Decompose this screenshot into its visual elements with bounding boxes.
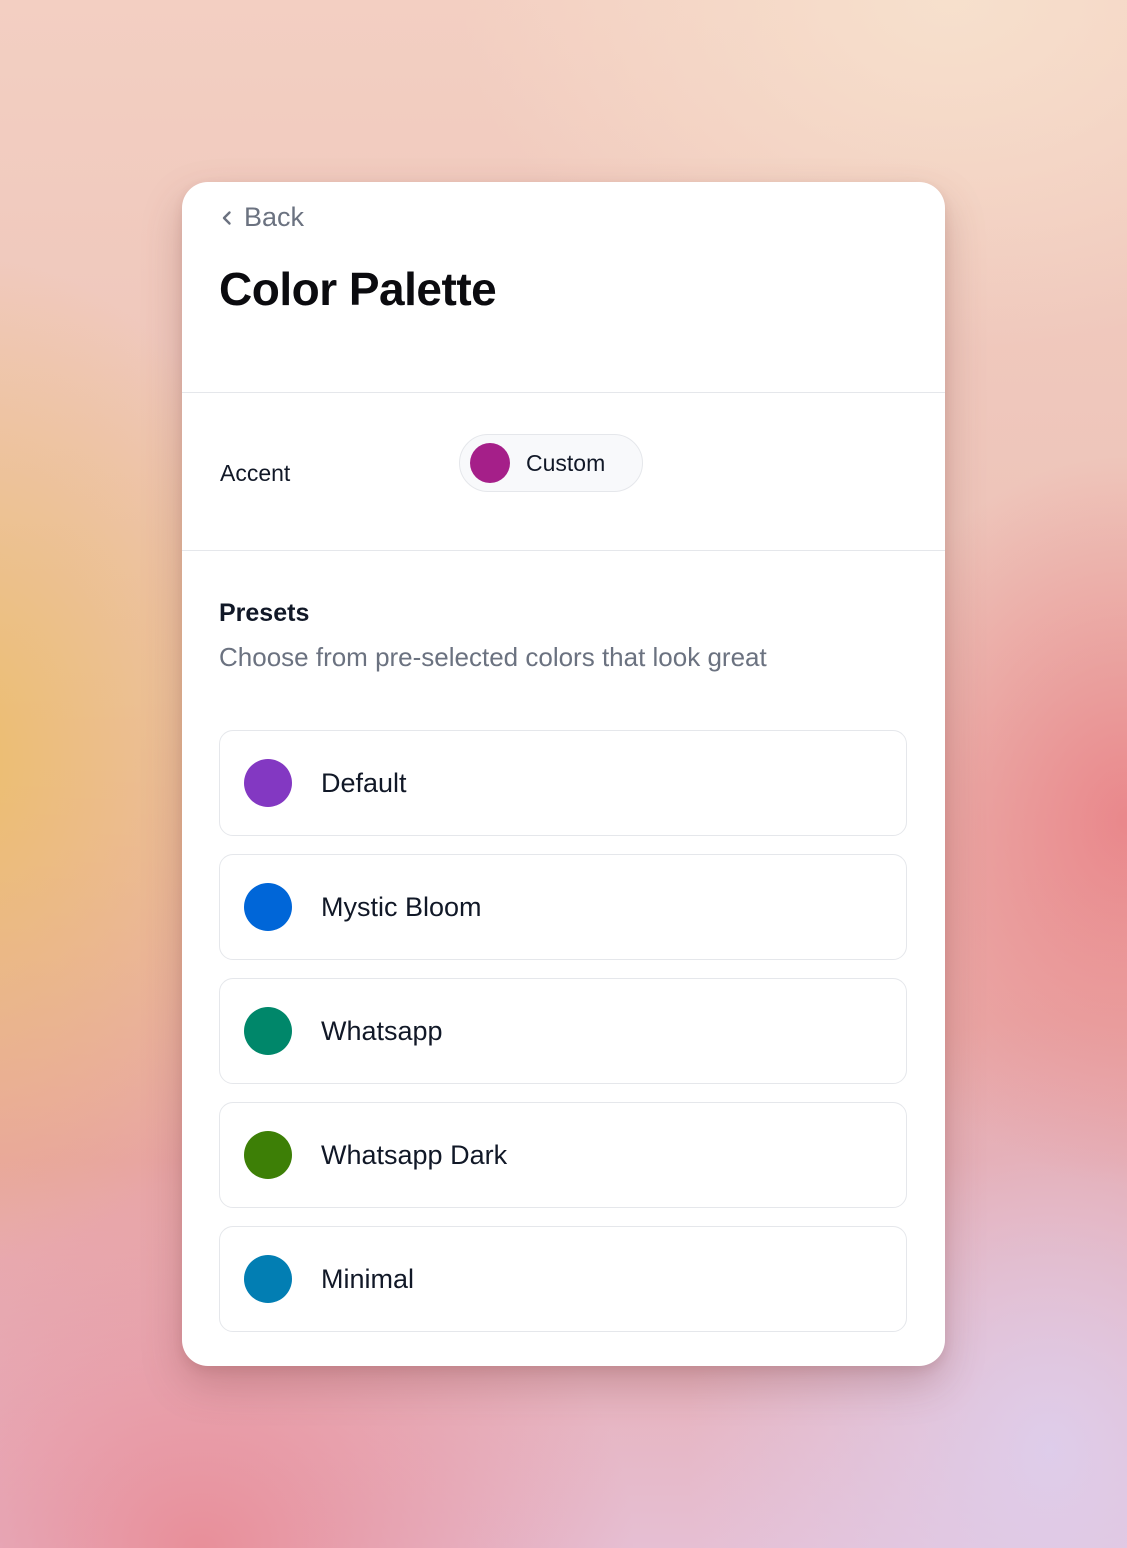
preset-color-swatch: [244, 1007, 292, 1055]
preset-label: Mystic Bloom: [321, 891, 482, 922]
preset-label: Whatsapp: [321, 1015, 443, 1046]
preset-label: Minimal: [321, 1263, 415, 1294]
preset-color-swatch: [244, 883, 292, 931]
preset-color-swatch: [244, 1131, 292, 1179]
accent-value: Custom: [526, 449, 606, 476]
back-label: Back: [244, 202, 305, 232]
preset-item-mystic-bloom[interactable]: Mystic Bloom: [219, 854, 907, 960]
accent-color-swatch: [470, 443, 510, 483]
preset-label: Default: [321, 767, 407, 798]
preset-list: Default Mystic Bloom Whatsapp Whatsapp D…: [219, 730, 907, 1332]
preset-item-minimal[interactable]: Minimal: [219, 1226, 907, 1332]
page-title: Color Palette: [219, 263, 497, 315]
preset-color-swatch: [244, 759, 292, 807]
chevron-left-icon: [220, 209, 234, 227]
preset-color-swatch: [244, 1255, 292, 1303]
accent-label: Accent: [220, 460, 291, 486]
preset-label: Whatsapp Dark: [321, 1139, 508, 1170]
preset-item-default[interactable]: Default: [219, 730, 907, 836]
preset-item-whatsapp-dark[interactable]: Whatsapp Dark: [219, 1102, 907, 1208]
presets-title: Presets: [219, 599, 310, 627]
presets-section: Presets Choose from pre-selected colors …: [182, 599, 945, 1332]
accent-color-picker[interactable]: Custom: [459, 434, 643, 492]
back-button[interactable]: Back: [220, 202, 304, 233]
preset-item-whatsapp[interactable]: Whatsapp: [219, 978, 907, 1084]
color-palette-card: Back Color Palette Accent Custom Presets…: [182, 182, 945, 1366]
accent-row: Accent Custom: [182, 393, 945, 551]
header: Back Color Palette: [182, 182, 945, 393]
presets-subtitle: Choose from pre-selected colors that loo…: [219, 642, 767, 672]
